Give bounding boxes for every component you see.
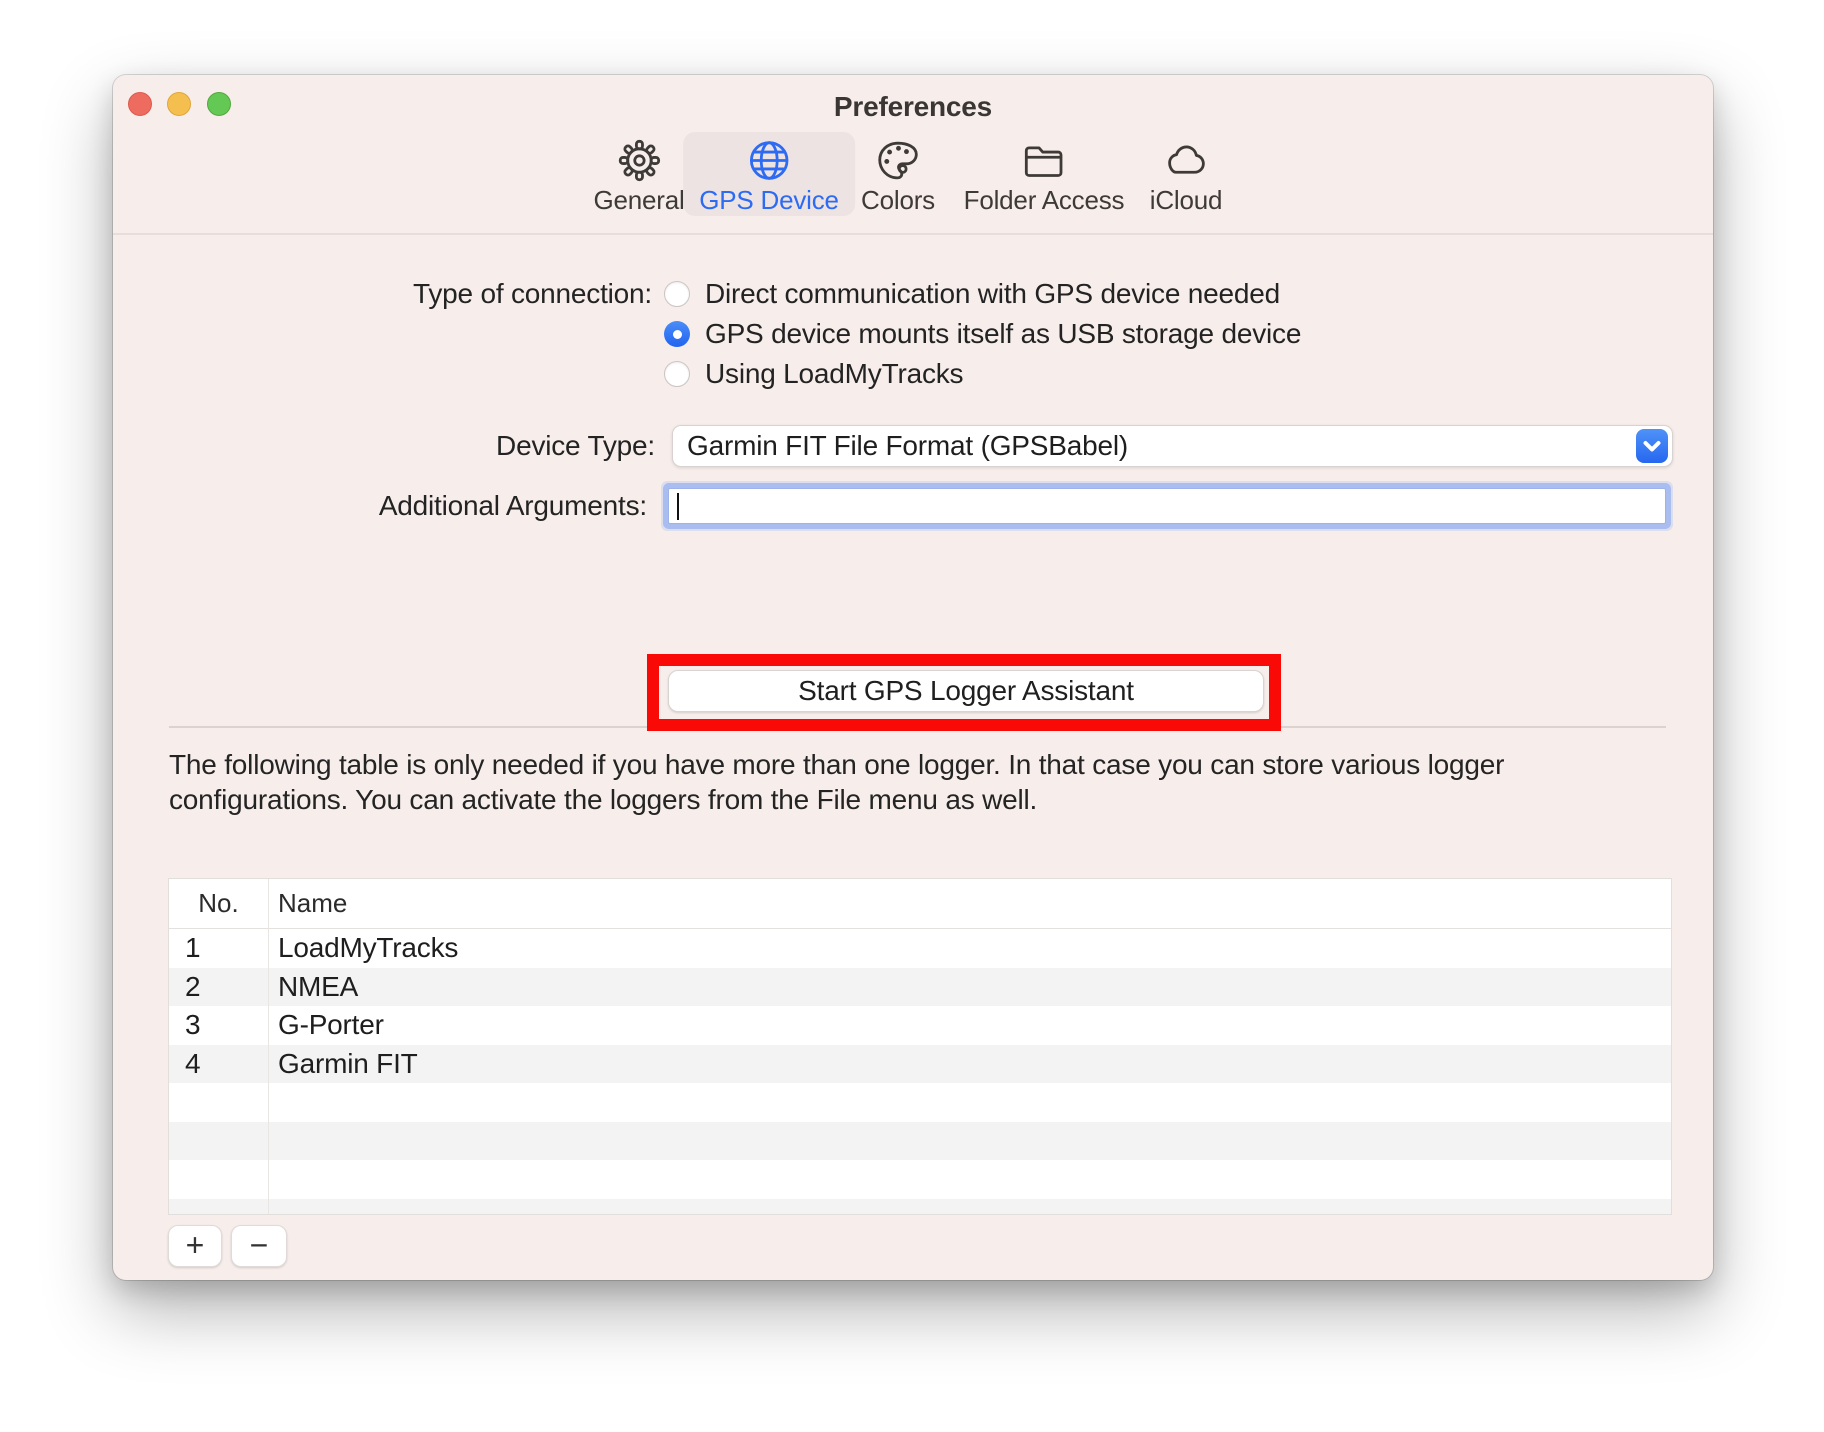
toolbar-item-label: Colors [861,185,935,216]
device-type-select[interactable]: Garmin FIT File Format (GPSBabel) [672,425,1673,467]
empty-table-row [169,1199,1671,1216]
table-row[interactable]: 2 NMEA [169,968,1671,1007]
toolbar-item-icloud[interactable]: iCloud [1134,132,1239,216]
device-type-value: Garmin FIT File Format (GPSBabel) [687,426,1128,466]
toolbar-item-label: iCloud [1150,185,1223,216]
table-row[interactable]: 4 Garmin FIT [169,1045,1671,1084]
row-name: G-Porter [268,1009,384,1041]
empty-table-row [169,1083,1671,1122]
table-row[interactable]: 3 G-Porter [169,1006,1671,1045]
preferences-window: Preferences General [113,75,1713,1280]
row-name: Garmin FIT [268,1048,418,1080]
add-logger-button[interactable]: + [168,1225,222,1267]
loggers-table: No. Name 1 LoadMyTracks 2 NMEA 3 G-Porte… [168,878,1672,1215]
toolbar-item-gps-device[interactable]: GPS Device [683,132,855,216]
remove-logger-button[interactable]: − [231,1225,287,1267]
radio-option-direct-communication[interactable]: Direct communication with GPS device nee… [664,280,1280,308]
radio-option-usb-storage[interactable]: GPS device mounts itself as USB storage … [664,320,1301,348]
table-row[interactable]: 1 LoadMyTracks [169,929,1671,968]
globe-icon [746,138,792,183]
radio-option-label: Using LoadMyTracks [705,358,963,390]
toolbar-item-folder-access[interactable]: Folder Access [948,132,1141,216]
table-header: No. Name [169,879,1671,929]
toolbar-divider [113,233,1713,235]
empty-table-row [169,1160,1671,1199]
radio-button[interactable] [664,361,690,387]
palette-icon [875,138,921,183]
radio-button[interactable] [664,281,690,307]
connection-label: Type of connection: [213,280,652,308]
radio-option-label: GPS device mounts itself as USB storage … [705,318,1301,350]
radio-option-label: Direct communication with GPS device nee… [705,278,1280,310]
window-title: Preferences [113,91,1713,123]
select-chevron-button[interactable] [1636,429,1668,463]
toolbar-item-general[interactable]: General [577,132,700,216]
annotation-highlight-rectangle [647,654,1281,731]
row-number: 1 [169,932,268,964]
row-name: LoadMyTracks [268,932,458,964]
radio-button-selected[interactable] [664,321,690,347]
row-number: 2 [169,971,268,1003]
toolbar-item-label: GPS Device [699,185,839,216]
row-number: 4 [169,1048,268,1080]
toolbar-item-colors[interactable]: Colors [845,132,951,216]
table-description: The following table is only needed if yo… [169,747,1504,817]
toolbar-item-label: Folder Access [964,185,1125,216]
column-header-name: Name [278,879,347,928]
cloud-icon [1163,138,1209,183]
text-cursor [677,493,679,520]
empty-table-row [169,1122,1671,1161]
toolbar-item-label: General [593,185,684,216]
chevron-down-icon [1636,429,1668,463]
description-line-1: The following table is only needed if yo… [169,747,1504,782]
column-separator [268,879,269,1214]
desktop-background: Preferences General [0,0,1824,1432]
gear-icon [616,138,662,183]
additional-arguments-input[interactable] [668,488,1666,524]
description-line-2: configurations. You can activate the log… [169,782,1504,817]
row-name: NMEA [268,971,358,1003]
column-header-no: No. [169,879,268,928]
additional-arguments-label: Additional Arguments: [213,492,647,520]
device-type-label: Device Type: [213,425,655,467]
radio-option-loadmytracks[interactable]: Using LoadMyTracks [664,360,963,388]
folder-icon [1021,138,1067,183]
row-number: 3 [169,1009,268,1041]
